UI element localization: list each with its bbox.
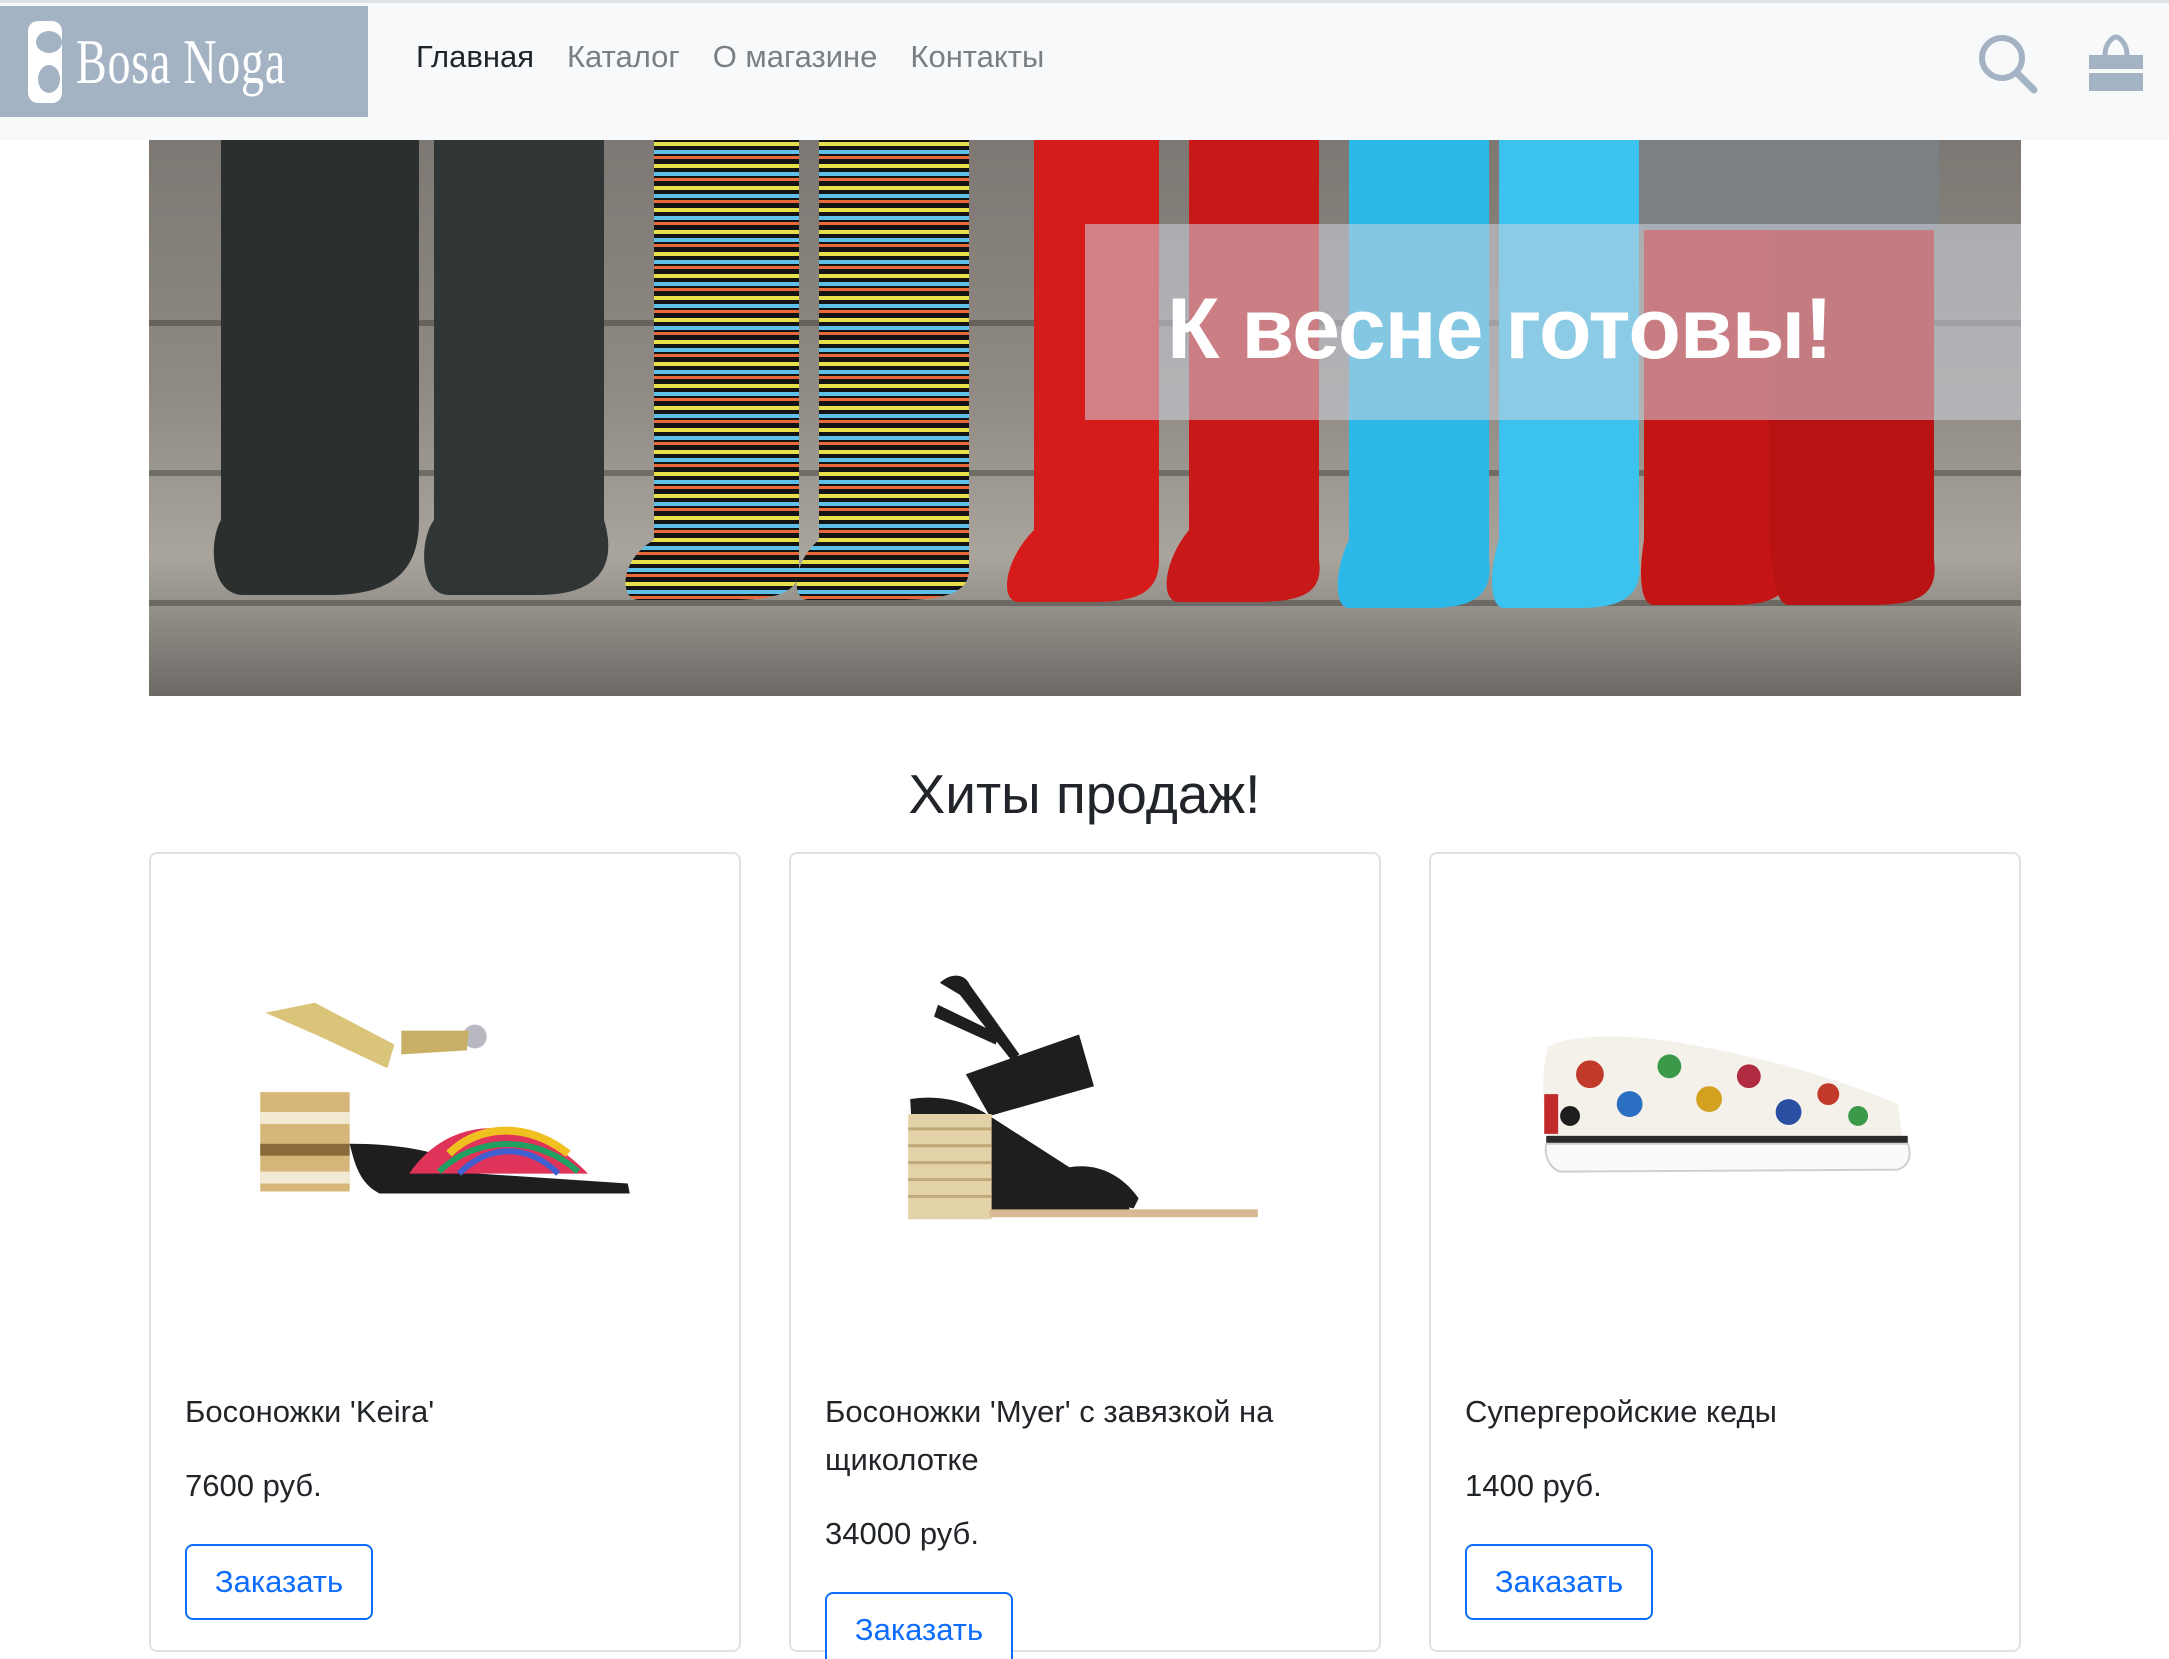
nav-item-about[interactable]: О магазине [713, 39, 878, 75]
nav-item-contacts[interactable]: Контакты [910, 39, 1044, 75]
brand-name: Bosa Noga [76, 25, 287, 97]
nav-icons [1977, 33, 2147, 95]
product-card: Супергеройские кеды 1400 руб. Заказать [1429, 852, 2021, 1652]
product-card: Босоножки 'Keira' 7600 руб. Заказать [149, 852, 741, 1652]
hero-banner: К весне готовы! [149, 140, 2021, 696]
product-price: 7600 руб. [185, 1468, 322, 1503]
product-image [1543, 1036, 1911, 1173]
order-button[interactable]: Заказать [185, 1544, 373, 1620]
search-icon[interactable] [1977, 33, 2039, 95]
product-price: 1400 руб. [1465, 1468, 1602, 1503]
order-button[interactable]: Заказать [825, 1592, 1013, 1659]
order-button[interactable]: Заказать [1465, 1544, 1653, 1620]
top-navbar: Bosa Noga Главная Каталог О магазине Кон… [0, 0, 2169, 140]
product-price: 34000 руб. [825, 1516, 979, 1551]
product-card: Босоножки 'Myer' с завязкой на щиколотке… [789, 852, 1381, 1659]
product-title: Супергеройские кеды [1465, 1394, 1777, 1429]
nav-item-home[interactable]: Главная [416, 39, 534, 75]
logo-icon [28, 20, 63, 103]
cart-icon[interactable] [2085, 33, 2147, 95]
product-image [260, 1002, 630, 1194]
section-title: Хиты продаж! [908, 763, 1261, 825]
product-title: Босоножки 'Keira' [185, 1394, 435, 1429]
main-nav: Главная Каталог О магазине Контакты [416, 39, 1044, 75]
brand-logo[interactable]: Bosa Noga [0, 6, 368, 117]
product-image [908, 975, 1258, 1220]
product-title: Босоножки 'Myer' с завязкой на щиколотке [825, 1394, 1274, 1477]
nav-item-catalog[interactable]: Каталог [567, 39, 680, 75]
banner-headline: К весне готовы! [1167, 281, 1833, 377]
